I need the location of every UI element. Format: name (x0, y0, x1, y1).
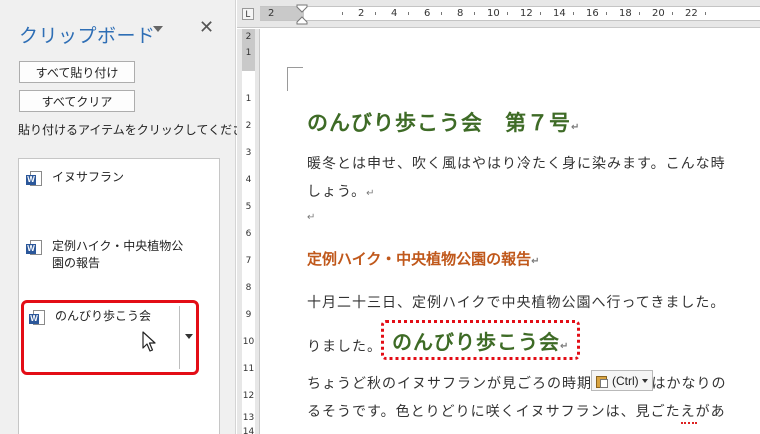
ruler-number: 6 (424, 8, 431, 19)
clear-all-button[interactable]: すべてクリア (19, 90, 135, 112)
paragraph-mark: ↵ (366, 188, 376, 199)
ruler-number: 9 (245, 310, 252, 320)
tab-selector[interactable]: L (242, 8, 254, 20)
document-page[interactable]: のんびり歩こう会 第７号↵ 暖冬とは申せ、吹く風はやはり冷たく身に染みます。こん… (262, 30, 760, 434)
body-text-line[interactable]: りました。 (307, 336, 382, 356)
ruler-number: 10 (242, 337, 255, 347)
mouse-pointer-icon (142, 331, 156, 352)
ruler-number: 5 (245, 202, 252, 212)
pane-title: クリップボード (19, 25, 156, 47)
margin-crop-mark (287, 67, 303, 91)
ruler-number: 12 (242, 391, 255, 401)
paragraph-mark: ↵ (531, 256, 540, 267)
ruler-number: 22 (685, 8, 698, 19)
ruler-number: 18 (619, 8, 632, 19)
ruler-number: 16 (586, 8, 599, 19)
body-text-line[interactable]: しょう。↵ (307, 181, 376, 201)
empty-paragraph[interactable]: ↵ (307, 208, 316, 224)
spellcheck-squiggle (681, 421, 697, 424)
paragraph-mark: ↵ (560, 341, 570, 352)
ruler-number: 2 (268, 8, 275, 19)
clipboard-pane: クリップボード ✕ すべて貼り付け すべてクリア 貼り付けるアイテムをクリックし… (0, 0, 256, 434)
ruler-number: 10 (487, 8, 500, 19)
close-icon[interactable]: ✕ (199, 18, 214, 38)
paste-options-label: (Ctrl) (612, 373, 639, 388)
ruler-number: 7 (245, 256, 252, 266)
selected-clipboard-item-highlight[interactable]: W のんびり歩こう会 (21, 300, 199, 375)
body-text-line[interactable]: 暖冬とは申せ、吹く風はやはり冷たく身に染みます。こんな時 (307, 153, 726, 173)
ruler-number: 1 (245, 94, 252, 104)
paste-options-button[interactable]: (Ctrl) (591, 370, 653, 391)
ruler-number: 2 (358, 8, 365, 19)
ruler-number: 8 (245, 283, 252, 293)
pasted-text-highlight[interactable]: のんびり歩こう会↵ (381, 320, 581, 360)
clipboard-item-label: イヌサフラン (52, 170, 125, 184)
ruler-number: 1 (245, 48, 252, 58)
word-doc-icon: W (26, 171, 43, 188)
word-doc-icon: W (29, 310, 46, 327)
ruler-number: 3 (245, 148, 252, 158)
document-title[interactable]: のんびり歩こう会 第７号↵ (307, 107, 580, 137)
word-doc-icon: W (26, 240, 43, 257)
ruler-number: 4 (391, 8, 398, 19)
clipboard-item-label: 定例ハイク・中央植物公園の報告 (52, 239, 184, 270)
clipboard-icon (596, 374, 609, 388)
body-text-line[interactable]: るそうです。色とりどりに咲くイヌサフランは、見ごたえがあ (307, 401, 726, 421)
ruler-number: 2 (245, 32, 252, 42)
ruler-number: 14 (242, 427, 255, 434)
ruler-number: 13 (242, 413, 255, 423)
indent-marker-icon[interactable] (296, 4, 308, 26)
ruler-number: 2 (245, 121, 252, 131)
section-heading[interactable]: 定例ハイク・中央植物公園の報告↵ (307, 248, 540, 269)
chevron-down-icon (641, 378, 648, 383)
clipboard-item-label: のんびり歩こう会 (55, 309, 152, 323)
paragraph-mark: ↵ (571, 122, 581, 133)
pane-options-chevron-down-icon[interactable] (153, 26, 163, 32)
ruler-number: 6 (245, 229, 252, 239)
ruler-number: 14 (553, 8, 566, 19)
paragraph-mark: ↵ (307, 212, 317, 223)
paste-all-button[interactable]: すべて貼り付け (19, 61, 135, 83)
body-text-line[interactable]: ちょうど秋のイヌサフランが見ごろの時期で、園内はかなりの (307, 373, 726, 393)
vertical-ruler[interactable]: 2 1 1 2 3 4 5 6 7 8 9 10 11 12 13 14 (237, 29, 260, 434)
clipboard-items-list: W イヌサフラン W 定例ハイク・中央植物公園の報告 W のんびり歩こう会 (18, 158, 220, 434)
ruler-number: 8 (457, 8, 464, 19)
ruler-number: 20 (652, 8, 665, 19)
ruler-number: 4 (245, 175, 252, 185)
pane-hint-text: 貼り付けるアイテムをクリックしてください (18, 123, 257, 137)
item-dropdown-chevron-down-icon[interactable] (179, 306, 198, 369)
ruler-number: 11 (242, 364, 255, 374)
body-text-line[interactable]: 十月二十三日、定例ハイクで中央植物公園へ行ってきました。 (307, 292, 725, 312)
horizontal-ruler[interactable]: L 2 2 4 6 8 10 12 14 16 18 20 22 (237, 0, 760, 28)
ruler-number: 12 (520, 8, 533, 19)
